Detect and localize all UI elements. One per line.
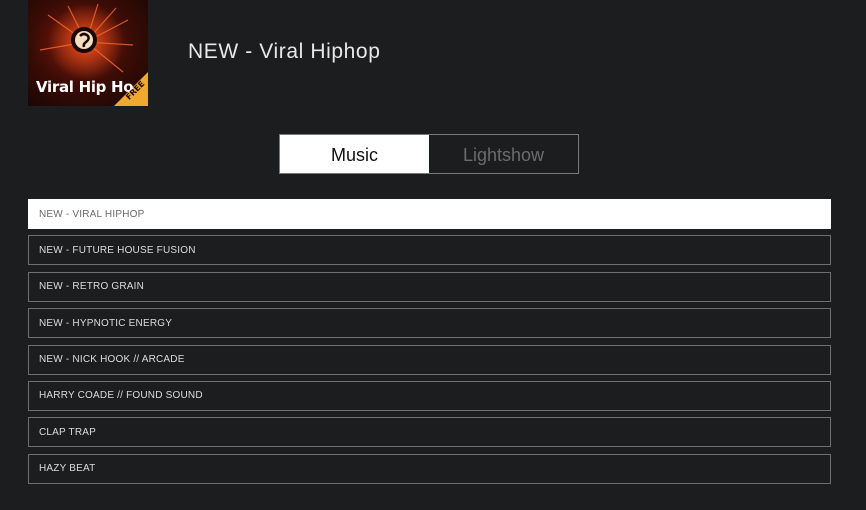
- track-item-harry-coade-found-sound[interactable]: HARRY COADE // FOUND SOUND: [28, 380, 831, 411]
- track-item-hazy-beat[interactable]: HAZY BEAT: [28, 453, 831, 484]
- cover-art-text: Viral Hip Ho: [36, 78, 134, 96]
- track-list: NEW - VIRAL HIPHOP NEW - FUTURE HOUSE FU…: [28, 199, 831, 490]
- track-item-hypnotic-energy[interactable]: NEW - HYPNOTIC ENERGY: [28, 308, 831, 339]
- tab-music[interactable]: Music: [280, 135, 429, 173]
- app-window: Viral Hip Ho FREE NEW - Viral Hiphop Mus…: [0, 0, 866, 510]
- mode-segmented-control: Music Lightshow: [279, 134, 579, 174]
- track-item-clap-trap[interactable]: CLAP TRAP: [28, 417, 831, 448]
- track-item-nick-hook-arcade[interactable]: NEW - NICK HOOK // ARCADE: [28, 344, 831, 375]
- track-item-future-house-fusion[interactable]: NEW - FUTURE HOUSE FUSION: [28, 235, 831, 266]
- album-cover-image: Viral Hip Ho FREE: [28, 0, 148, 106]
- now-playing-title: NEW - Viral Hiphop: [188, 40, 381, 63]
- track-item-viral-hiphop[interactable]: NEW - VIRAL HIPHOP: [28, 199, 831, 229]
- track-item-retro-grain[interactable]: NEW - RETRO GRAIN: [28, 271, 831, 302]
- tab-lightshow[interactable]: Lightshow: [429, 135, 578, 173]
